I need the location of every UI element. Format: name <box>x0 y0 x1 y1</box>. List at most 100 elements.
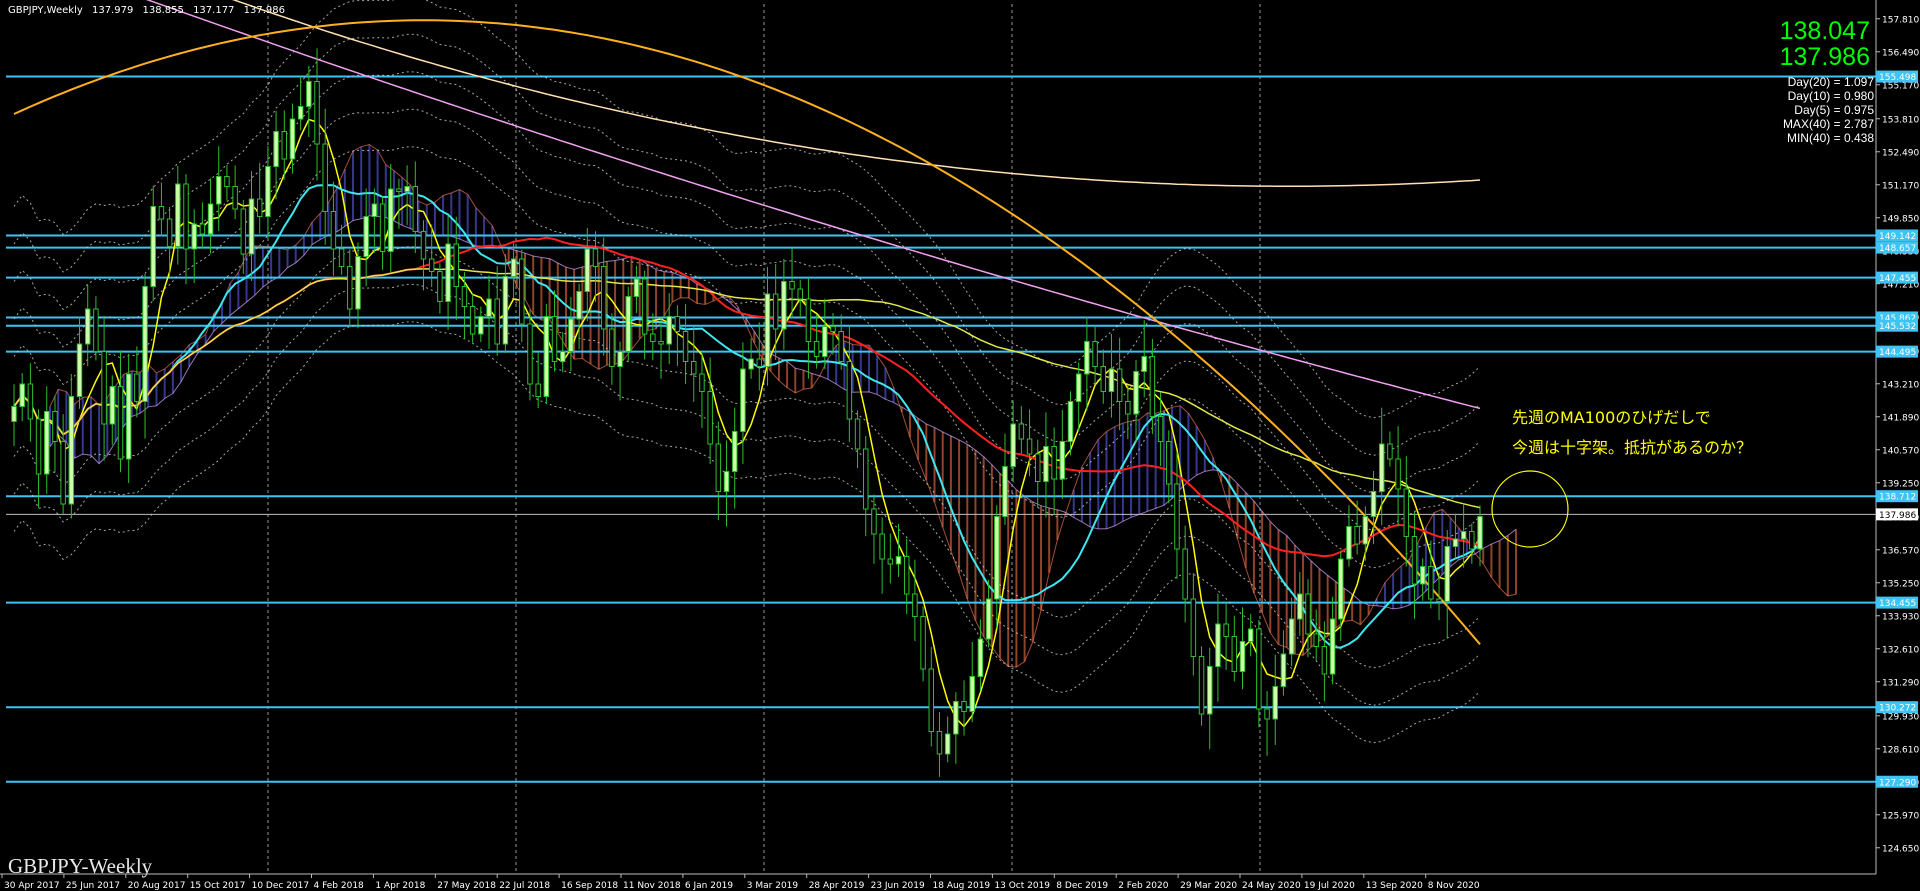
x-tick-label: 18 Aug 2019 <box>933 881 991 891</box>
candle-body <box>592 248 599 267</box>
level-price-label: 145.532 <box>1879 322 1916 332</box>
x-tick-label: 2 Feb 2020 <box>1118 881 1169 891</box>
candle-body <box>183 183 189 250</box>
candle-body <box>19 383 25 407</box>
candle-body <box>1067 401 1074 442</box>
candle-body <box>879 533 885 560</box>
candle-body <box>60 441 66 505</box>
high-value: 138.855 <box>142 5 184 16</box>
y-tick-label: 151.170 <box>1882 181 1919 191</box>
candle-body <box>1051 446 1057 480</box>
candle-body <box>1149 356 1156 417</box>
candle-body <box>1157 416 1164 442</box>
open-value: 137.979 <box>91 5 134 16</box>
candle-body <box>1264 708 1270 720</box>
candle-body <box>797 288 803 300</box>
level-price-label: 130.272 <box>1879 704 1916 714</box>
candle-body <box>1231 636 1238 672</box>
candle-body <box>699 373 705 392</box>
candle-body <box>216 176 222 205</box>
x-tick-label: 25 Jun 2017 <box>66 881 120 891</box>
candle-body <box>674 316 681 332</box>
y-tick-label: 143.210 <box>1882 380 1919 390</box>
candle-body <box>707 391 713 445</box>
candle-body <box>322 143 328 212</box>
candle-body <box>1378 443 1385 492</box>
chart-annotations <box>1491 470 1569 548</box>
candle-body <box>1436 598 1442 602</box>
candle-body <box>1387 443 1393 460</box>
candle-body <box>256 198 263 217</box>
candle-body <box>150 206 156 287</box>
candle-body <box>764 293 771 367</box>
candle-body <box>1452 538 1459 547</box>
candle-body <box>854 418 861 450</box>
candle-body <box>609 328 615 367</box>
stat-line: Day(10) = 0.980 <box>1787 89 1874 103</box>
candle-body <box>1329 618 1336 675</box>
candle-body <box>396 188 402 192</box>
candle-body <box>1174 483 1180 550</box>
close-value: 137.986 <box>243 5 285 16</box>
candle-body <box>1256 628 1262 710</box>
volatility-stats: Day(20) = 1.097 Day(10) = 0.980 Day(5) =… <box>1783 75 1874 145</box>
candle-body <box>486 298 492 317</box>
y-tick-label: 129.930 <box>1882 712 1919 722</box>
ma-20-line <box>13 184 1481 649</box>
candle-body <box>469 306 476 335</box>
candle-body <box>27 383 34 420</box>
level-price-label: 149.142 <box>1879 232 1916 242</box>
candle-body <box>1288 618 1295 655</box>
candle-body <box>895 556 902 565</box>
candle-body <box>248 198 255 255</box>
candle-body <box>1477 516 1483 550</box>
x-tick-label: 10 Dec 2017 <box>252 881 310 891</box>
annotation-line-1: 先週のMA100のひげだしで <box>1512 408 1711 427</box>
candle-body <box>1403 488 1410 537</box>
candle-body <box>101 351 107 425</box>
y-tick-label: 153.810 <box>1882 115 1919 125</box>
candle-body <box>1198 656 1205 715</box>
x-tick-label: 19 Jul 2020 <box>1304 881 1355 891</box>
candle-body <box>1108 368 1115 392</box>
level-price-label: 134.455 <box>1879 599 1916 609</box>
level-price-label: 138.712 <box>1879 493 1916 503</box>
y-tick-label: 124.650 <box>1882 844 1919 854</box>
candle-body <box>920 616 926 670</box>
x-tick-label: 16 Sep 2018 <box>561 881 618 891</box>
candle-body <box>379 203 386 252</box>
x-tick-label: 13 Sep 2020 <box>1366 881 1423 891</box>
candle-body <box>52 411 58 442</box>
candle-body <box>731 431 738 472</box>
candle-body <box>666 316 672 345</box>
x-tick-label: 13 Oct 2019 <box>994 881 1050 891</box>
candle-body <box>1469 531 1475 550</box>
candle-body <box>232 186 238 210</box>
candle-body <box>142 286 148 402</box>
candle-body <box>478 316 484 335</box>
candle-body <box>35 418 42 475</box>
candle-body <box>600 266 607 330</box>
chart-header: GBPJPY,Weekly 137.979 138.855 137.177 13… <box>8 5 291 16</box>
candle-body <box>830 326 836 332</box>
low-value: 137.177 <box>193 5 235 16</box>
x-tick-label: 28 Apr 2019 <box>809 881 865 891</box>
level-price-label: 127.290 <box>1879 778 1916 788</box>
candle-body <box>1075 373 1082 402</box>
candle-body <box>559 351 566 362</box>
candle-body <box>437 271 443 302</box>
candle-body <box>207 203 214 235</box>
candle-body <box>76 343 83 397</box>
candle-body <box>265 166 271 217</box>
candle-body <box>1362 516 1369 545</box>
y-tick-label: 156.490 <box>1882 48 1919 58</box>
candle-body <box>1043 446 1049 482</box>
candle-body <box>363 216 369 257</box>
y-tick-label: 140.570 <box>1882 446 1919 456</box>
candle-body <box>953 701 959 735</box>
candle-body <box>1223 623 1229 637</box>
candle-body <box>863 448 869 510</box>
x-tick-label: 3 Mar 2019 <box>747 881 799 891</box>
price-axis: 157.810156.490155.170153.810152.490151.1… <box>1875 0 1919 874</box>
candle-body <box>1370 491 1377 517</box>
